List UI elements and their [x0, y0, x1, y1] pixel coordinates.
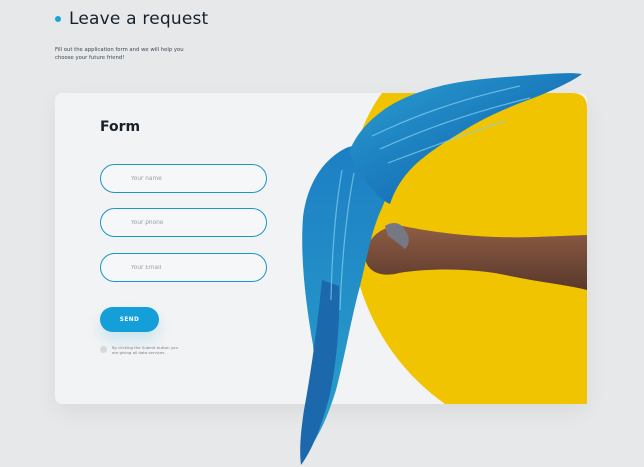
send-button[interactable]: SEND	[100, 307, 159, 332]
consent-row: By clicking the Submit button you are gi…	[100, 345, 184, 355]
email-field	[100, 253, 267, 282]
name-input[interactable]	[101, 164, 266, 193]
page-subtitle: Fill out the application form and we wil…	[55, 47, 184, 62]
phone-input[interactable]	[101, 208, 266, 237]
request-form-card: Form SEND By clicking the Submit button …	[55, 93, 587, 404]
title-bullet-icon	[55, 16, 61, 22]
consent-text: By clicking the Submit button you are gi…	[112, 345, 179, 355]
title-row: Leave a request	[55, 9, 208, 29]
phone-field	[100, 208, 267, 237]
page-title: Leave a request	[69, 9, 209, 29]
name-field	[100, 164, 267, 193]
form-title: Form	[100, 119, 141, 135]
email-input[interactable]	[101, 253, 266, 282]
page-header: Leave a request Fill out the application…	[55, 9, 208, 62]
consent-checkbox[interactable]	[100, 346, 107, 353]
